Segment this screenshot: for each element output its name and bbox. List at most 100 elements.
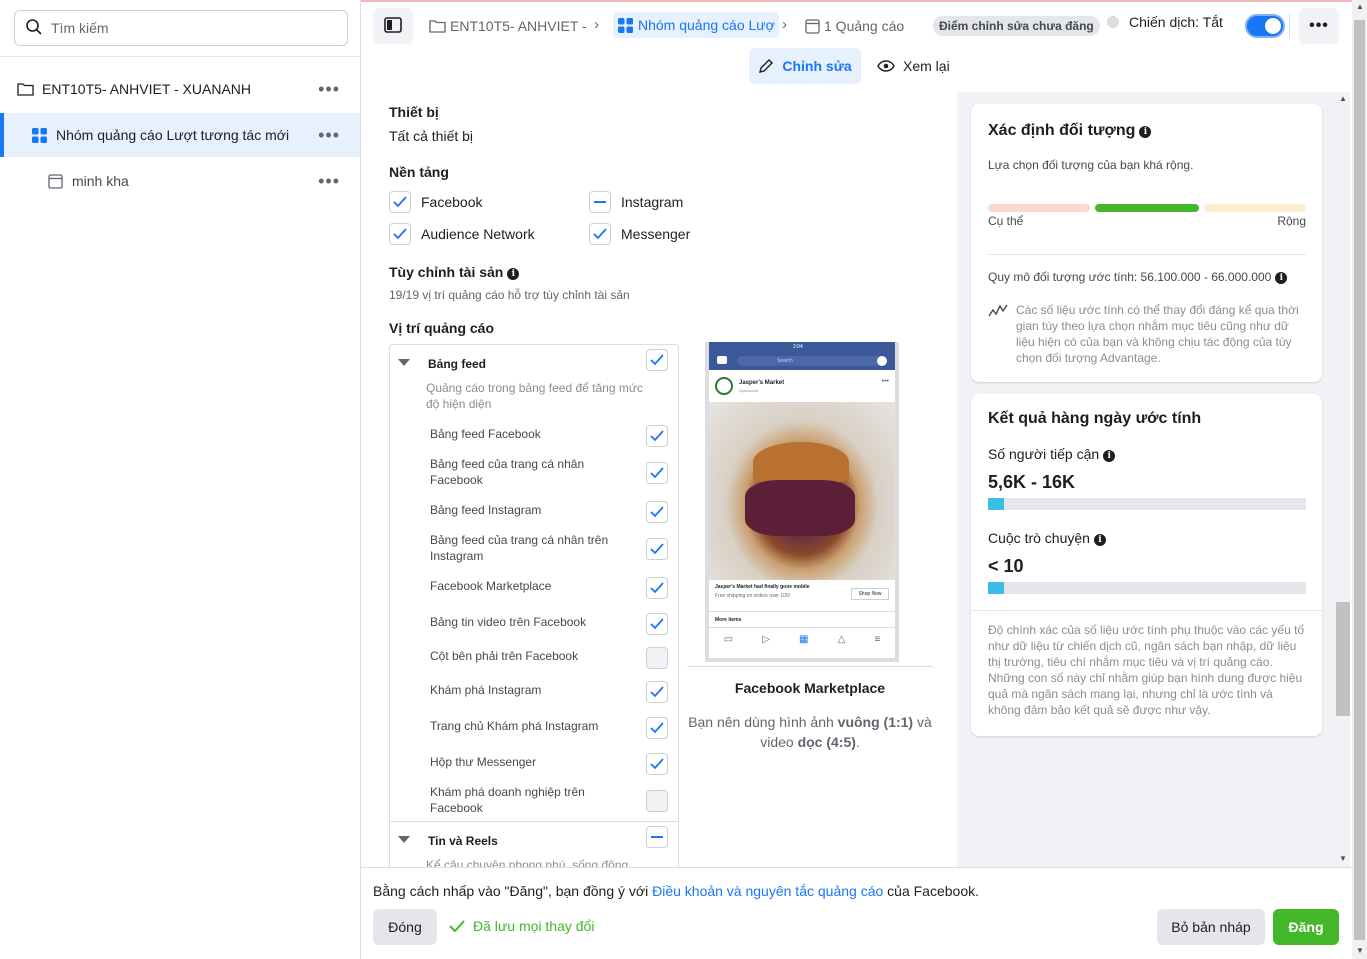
scroll-down-arrow-icon[interactable]: ▼	[1339, 854, 1347, 863]
checkbox[interactable]	[646, 577, 668, 599]
saved-status: Đã lưu mọi thay đổi	[449, 918, 594, 934]
checkbox[interactable]	[646, 501, 668, 523]
review-mode-button[interactable]: Xem lại	[877, 48, 950, 84]
checkbox[interactable]	[646, 717, 668, 739]
breadcrumb-adset[interactable]: Nhóm quảng cáo Lượ	[613, 12, 779, 38]
placement-label: Bảng feed Instagram	[430, 503, 542, 517]
more-options-icon[interactable]: •••	[318, 171, 340, 192]
ad-icon	[46, 172, 64, 190]
placement-item[interactable]: Bảng feed Instagram	[430, 501, 678, 523]
placement-item[interactable]: Khám phá doanh nghiệp trên Facebook	[430, 784, 678, 818]
page-scrollbar[interactable]: ▲ ▼	[1352, 0, 1367, 959]
placement-item[interactable]: Hộp thư Messenger	[430, 753, 678, 775]
placement-item[interactable]: Cột bên phải trên Facebook	[430, 647, 678, 669]
placement-item[interactable]: Khám phá Instagram	[430, 681, 678, 703]
platform-instagram[interactable]: Instagram	[589, 191, 683, 213]
info-icon[interactable]: i	[1103, 450, 1116, 462]
phone-post-caption: Jasper's Market had finally gone mobile …	[709, 580, 895, 612]
eye-icon	[877, 60, 895, 72]
checkbox[interactable]	[646, 349, 668, 371]
breadcrumb-ad[interactable]: 1 Quảng cáo	[805, 14, 904, 38]
checkmark-icon	[449, 920, 465, 932]
breadcrumb-campaign[interactable]: ENT10T5- ANHVIET -	[429, 14, 587, 38]
camera-icon	[717, 356, 727, 364]
placement-item[interactable]: Trang chủ Khám phá Instagram	[430, 717, 678, 739]
chevron-right-icon: ›	[782, 16, 787, 33]
tree-item-ad[interactable]: minh kha •••	[0, 159, 360, 203]
sidebar-panel-icon	[384, 16, 402, 36]
placement-item[interactable]: Facebook Marketplace	[430, 577, 678, 599]
info-icon[interactable]: i	[1093, 534, 1106, 546]
info-icon[interactable]: i	[1275, 272, 1288, 284]
platform-facebook[interactable]: Facebook	[389, 191, 482, 213]
close-button[interactable]: Đóng	[373, 909, 437, 945]
campaign-toggle-switch[interactable]	[1245, 14, 1285, 38]
placement-label: Hộp thư Messenger	[430, 755, 537, 769]
audience-narrow-label: Cụ thể	[988, 214, 1024, 228]
scroll-up-arrow-icon[interactable]: ▲	[1356, 2, 1364, 11]
checkbox[interactable]	[646, 538, 668, 560]
toggle-sidebar-button[interactable]	[373, 8, 413, 44]
scroll-up-arrow-icon[interactable]: ▲	[1339, 94, 1347, 103]
scroll-down-arrow-icon[interactable]: ▼	[1356, 946, 1364, 955]
scrollbar-thumb[interactable]	[1336, 602, 1350, 716]
checkbox[interactable]	[389, 223, 411, 245]
placement-group-stories[interactable]: Tin và Reels	[390, 826, 678, 852]
placement-label: Khám phá doanh nghiệp trên Facebook	[430, 785, 585, 815]
chevron-right-icon: ›	[594, 16, 599, 33]
scrollbar-thumb[interactable]	[1354, 20, 1365, 940]
footer-bar: Bằng cách nhấp vào "Đăng", bạn đồng ý vớ…	[361, 867, 1352, 959]
caret-down-icon[interactable]	[398, 836, 410, 843]
caret-down-icon[interactable]	[398, 359, 410, 366]
audience-size: Quy mô đối tượng ước tính: 56.100.000 - …	[988, 270, 1288, 284]
more-options-button[interactable]: •••	[1299, 8, 1339, 44]
checkbox[interactable]	[646, 647, 668, 669]
checkbox[interactable]	[589, 223, 611, 245]
search-box[interactable]	[14, 10, 348, 46]
daily-results-card: Kết quả hàng ngày ước tính Số người tiếp…	[971, 394, 1322, 736]
publish-button[interactable]: Đăng	[1273, 909, 1339, 945]
checkbox[interactable]	[646, 790, 668, 812]
more-options-icon[interactable]: •••	[318, 79, 340, 100]
checkbox[interactable]	[646, 826, 668, 848]
search-input[interactable]	[51, 20, 331, 36]
review-mode-label: Xem lại	[903, 58, 950, 74]
terms-post: của Facebook.	[883, 883, 979, 899]
ad-icon	[805, 18, 820, 34]
status-dot	[1107, 16, 1119, 28]
pencil-icon	[759, 59, 774, 73]
divider	[390, 821, 678, 822]
terms-link[interactable]: Điều khoản và nguyên tắc quảng cáo	[652, 883, 883, 899]
placement-item[interactable]: Bảng feed Facebook	[430, 425, 678, 447]
placement-item[interactable]: Bảng feed của trang cá nhân trên Instagr…	[430, 532, 678, 566]
checkbox[interactable]	[589, 191, 611, 213]
platform-label: Messenger	[621, 226, 691, 242]
checkbox[interactable]	[646, 753, 668, 775]
folder-icon	[429, 20, 446, 33]
edit-mode-button[interactable]: Chỉnh sửa	[749, 48, 861, 84]
discard-draft-button[interactable]: Bỏ bản nháp	[1157, 909, 1265, 945]
reach-bar	[988, 498, 1306, 510]
placement-item[interactable]: Bảng tin video trên Facebook	[430, 613, 678, 635]
platform-label: Facebook	[421, 194, 483, 210]
checkbox[interactable]	[389, 191, 411, 213]
info-icon[interactable]: i	[1139, 126, 1152, 138]
devices-value: Tất cả thiết bị	[389, 128, 474, 144]
checkbox[interactable]	[646, 681, 668, 703]
phone-post-header: Jasper's Market Sponsored •••	[709, 370, 895, 402]
tree-item-campaign[interactable]: ENT10T5- ANHVIET - XUANANH •••	[0, 67, 360, 111]
checkbox[interactable]	[646, 613, 668, 635]
info-icon[interactable]: i	[507, 268, 520, 280]
checkbox[interactable]	[646, 425, 668, 447]
bell-icon: △	[837, 634, 846, 645]
breadcrumb-label: Nhóm quảng cáo Lượ	[638, 17, 775, 33]
platform-messenger[interactable]: Messenger	[589, 223, 690, 245]
more-options-icon[interactable]: •••	[318, 125, 340, 146]
placement-group-feeds[interactable]: Bảng feed	[390, 349, 678, 375]
placement-item[interactable]: Bảng feed của trang cá nhân Facebook	[430, 456, 678, 490]
tree-item-adset[interactable]: Nhóm quảng cáo Lượt tương tác mới •••	[0, 113, 360, 157]
phone-search: Search	[737, 356, 887, 366]
right-panel-scrollbar[interactable]: ▲ ▼	[1336, 92, 1350, 867]
checkbox[interactable]	[646, 462, 668, 484]
platform-audience-network[interactable]: Audience Network	[389, 223, 535, 245]
